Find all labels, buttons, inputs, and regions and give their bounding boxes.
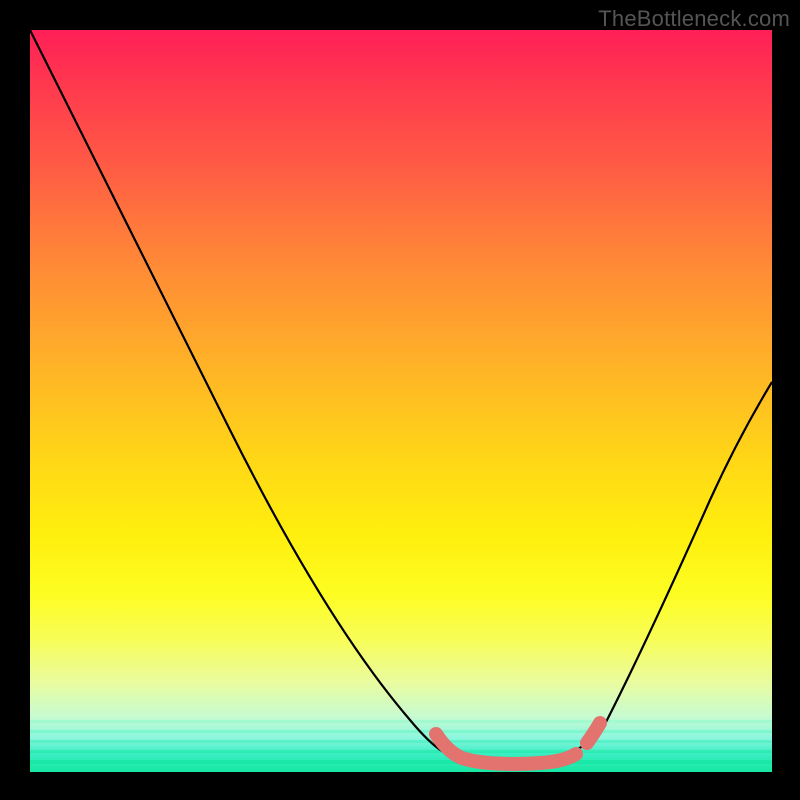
plot-area (30, 30, 772, 772)
curve-layer (30, 30, 772, 772)
optimal-range-marker (436, 723, 600, 764)
watermark-text: TheBottleneck.com (598, 6, 790, 32)
bottleneck-curve (30, 30, 772, 763)
chart-frame: TheBottleneck.com (0, 0, 800, 800)
